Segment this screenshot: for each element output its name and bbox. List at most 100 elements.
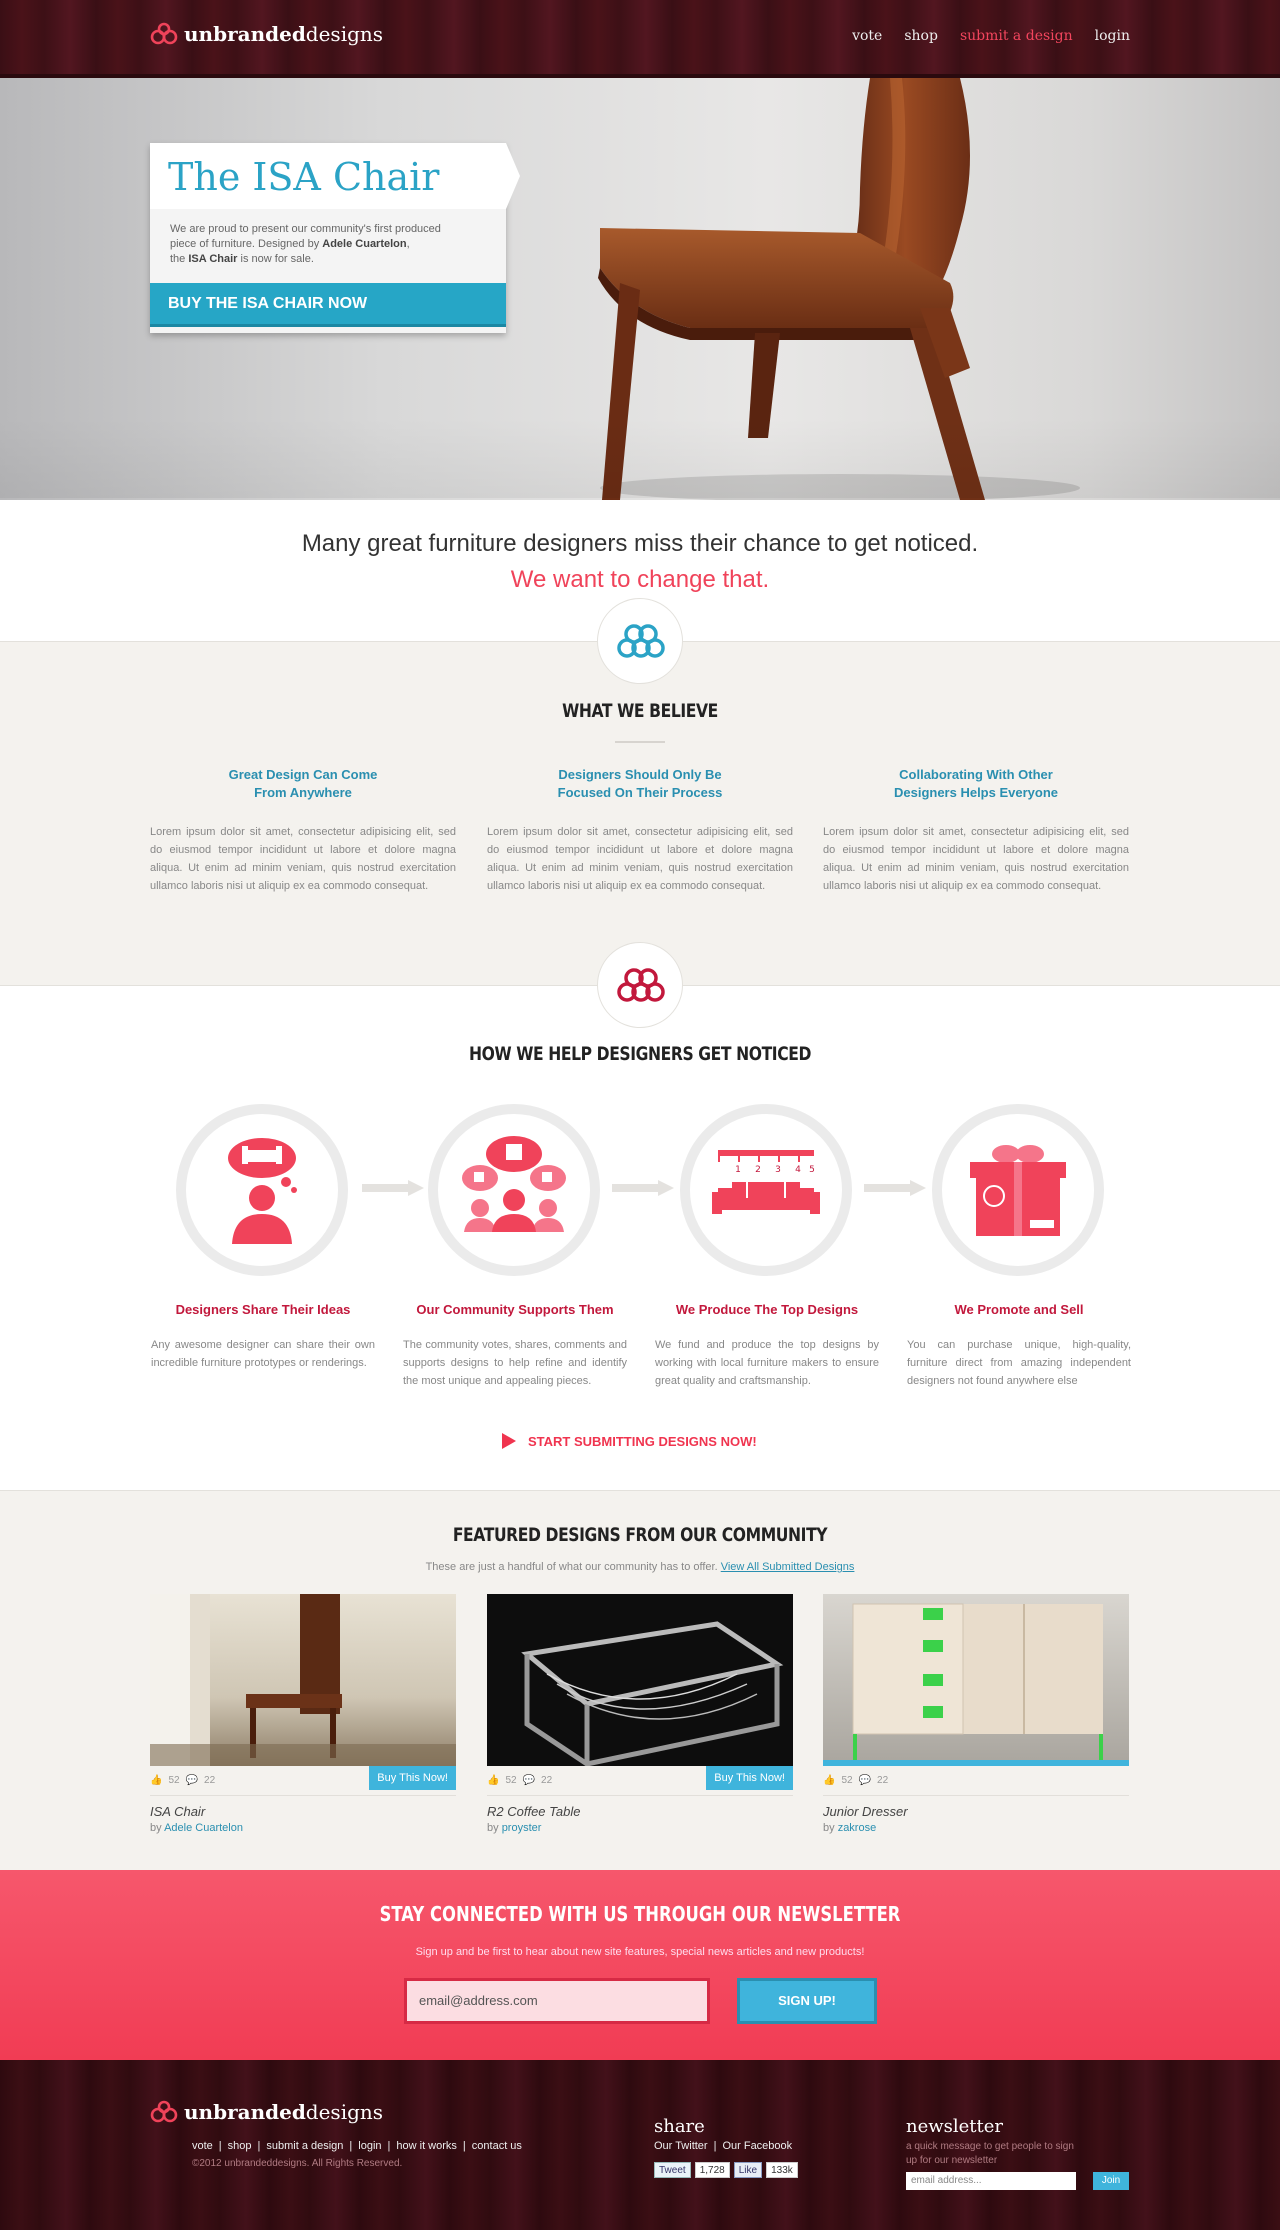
featured-item-2-buy-button[interactable]: Buy This Now! [706, 1766, 793, 1790]
isa-chair-thumb [150, 1594, 456, 1766]
footer-newsletter-title: newsletter [906, 2116, 1004, 2137]
hero-product-card: The ISA Chair We are proud to present ou… [150, 143, 520, 333]
believe-rule [615, 741, 665, 743]
featured-item-1-title[interactable]: ISA Chair [150, 1804, 205, 1819]
footer-link-submit[interactable]: submit a design [266, 2140, 343, 2152]
site-logo[interactable]: unbrandeddesigns [150, 22, 383, 46]
our-twitter-link[interactable]: Our Twitter [654, 2140, 708, 2152]
sign-up-button[interactable]: SIGN UP! [737, 1978, 877, 2024]
logo-text-rest: designs [305, 2100, 384, 2124]
step-2-heading: Our Community Supports Them [416, 1302, 614, 1317]
start-submitting-link[interactable]: START SUBMITTING DESIGNS NOW! [502, 1433, 757, 1449]
ruler-3: 3 [775, 1165, 781, 1175]
featured-subtitle: These are just a handful of what our com… [425, 1561, 855, 1573]
featured-item-3-title[interactable]: Junior Dresser [823, 1804, 908, 1819]
featured-item-2-image[interactable] [487, 1594, 793, 1766]
featured-item-1-author[interactable]: Adele Cuartelon [164, 1822, 243, 1834]
likes-count: 52 [505, 1775, 517, 1786]
step-1-heading: Designers Share Their Ideas [175, 1302, 351, 1317]
believe-col-3-body: Lorem ipsum dolor sit amet, consectetur … [823, 826, 1129, 892]
step-3-circle: 1 2 3 4 5 [680, 1104, 852, 1276]
thumbs-up-icon[interactable]: 👍 [823, 1775, 835, 1786]
step-arrow-2-icon [612, 1180, 674, 1196]
featured-item-2-author[interactable]: proyster [502, 1822, 542, 1834]
copyright: ©2012 unbrandeddesigns. All Rights Reser… [192, 2158, 403, 2169]
r2-coffee-table-thumb [521, 1621, 784, 1766]
footer-link-contact[interactable]: contact us [472, 2140, 522, 2152]
tweet-count: 1,728 [694, 2162, 730, 2178]
hero-title: The ISA Chair [168, 155, 440, 199]
step-arrow-1-icon [362, 1180, 424, 1196]
red-rings-icon [617, 968, 665, 1002]
featured-item-2-byline: by proyster [487, 1822, 542, 1834]
start-submitting-label: START SUBMITTING DESIGNS NOW! [528, 1433, 757, 1449]
intro-line-2: We want to change that. [510, 566, 770, 593]
featured-title: FEATURED DESIGNS FROM OUR COMMUNITY [452, 1524, 828, 1546]
intro-line-1: Many great furniture designers miss thei… [301, 530, 979, 557]
footer-nav: vote | shop | submit a design | login | how … [192, 2140, 522, 2152]
view-all-designs-link[interactable]: View All Submitted Designs [721, 1561, 855, 1573]
step-arrow-3-icon [864, 1180, 926, 1196]
likes-count: 52 [168, 1775, 180, 1786]
footer-share-title: share [654, 2116, 705, 2137]
believe-col-1-body: Lorem ipsum dolor sit amet, consectetur … [150, 826, 456, 892]
believe-col-2-body: Lorem ipsum dolor sit amet, consectetur … [487, 826, 793, 892]
logo-text-bold: unbranded [184, 22, 306, 46]
nav-vote[interactable]: vote [852, 28, 882, 44]
comment-icon[interactable]: 💬 [859, 1775, 871, 1786]
featured-item-1-image[interactable] [150, 1594, 456, 1766]
thumbs-up-icon[interactable]: 👍 [150, 1775, 162, 1786]
play-arrow-icon [502, 1433, 516, 1449]
junior-dresser-thumb [823, 1603, 1129, 1766]
footer-logo[interactable]: unbrandeddesigns [150, 2100, 383, 2124]
how-badge [597, 942, 683, 1028]
footer-join-button[interactable]: Join [1093, 2172, 1129, 2190]
community-support-icon [462, 1136, 566, 1232]
footer-link-vote[interactable]: vote [192, 2140, 213, 2152]
our-facebook-link[interactable]: Our Facebook [722, 2140, 792, 2152]
thumbs-up-icon[interactable]: 👍 [487, 1775, 499, 1786]
step-2-body: The community votes, shares, comments an… [403, 1339, 627, 1387]
step-4-body: You can purchase unique, high-quality, f… [907, 1339, 1131, 1387]
ruler-2: 2 [755, 1165, 761, 1175]
site-header: unbrandeddesigns vote shop submit a desi… [0, 0, 1280, 78]
featured-item-3-author[interactable]: zakrose [838, 1822, 877, 1834]
comment-icon[interactable]: 💬 [523, 1775, 535, 1786]
step-4-heading: We Promote and Sell [954, 1302, 1084, 1317]
nav-shop[interactable]: shop [904, 28, 938, 44]
footer-link-how-it-works[interactable]: how it works [396, 2140, 457, 2152]
comments-count: 22 [877, 1775, 889, 1786]
featured-item-3-image[interactable] [823, 1594, 1129, 1766]
featured-item-2-meta: 👍 52 💬 22 Buy This Now! [487, 1766, 793, 1796]
believe-col-2-heading: Designers Should Only Be Focused On Their… [557, 767, 723, 800]
footer-email-input[interactable]: email address... [906, 2172, 1076, 2190]
nav-login[interactable]: login [1095, 28, 1130, 44]
newsletter-title: STAY CONNECTED WITH US THROUGH OUR NEWSL… [379, 1902, 901, 1926]
believe-badge [597, 598, 683, 684]
footer-social-links: Our Twitter | Our Facebook [654, 2140, 793, 2152]
newsletter-email-input[interactable]: email@address.com [404, 1978, 710, 2024]
nav-submit-design[interactable]: submit a design [960, 28, 1073, 44]
tweet-button[interactable]: Tweet [654, 2162, 691, 2178]
facebook-like-button[interactable]: Like [733, 2162, 763, 2178]
believe-col-1-heading: Great Design Can Come From Anywhere [228, 767, 378, 800]
footer-link-shop[interactable]: shop [228, 2140, 252, 2152]
featured-item-1-meta: 👍 52 💬 22 Buy This Now! [150, 1766, 456, 1796]
logo-text-bold: unbranded [184, 2100, 306, 2124]
believe-title: WHAT WE BELIEVE [562, 700, 718, 722]
ruler-4: 4 [795, 1165, 801, 1175]
buy-isa-chair-button[interactable]: BUY THE ISA CHAIR NOW [150, 283, 506, 327]
blue-rings-icon [617, 624, 665, 658]
site-footer: unbrandeddesigns vote | shop | submit a de… [0, 2060, 1280, 2230]
footer-newsletter-sub: a quick message to get people to sign up… [906, 2141, 1074, 2166]
gift-box-icon [970, 1145, 1066, 1236]
comment-icon[interactable]: 💬 [186, 1775, 198, 1786]
featured-item-1-buy-button[interactable]: Buy This Now! [369, 1766, 456, 1790]
footer-link-login[interactable]: login [358, 2140, 381, 2152]
step-1-body: Any awesome designer can share their own… [151, 1339, 375, 1369]
like-count: 133k [766, 2162, 798, 2178]
featured-item-2-title[interactable]: R2 Coffee Table [487, 1804, 580, 1819]
hero-designer: Adele Cuartelon [322, 238, 407, 250]
featured-item-3-meta: 👍 52 💬 22 [823, 1766, 1129, 1796]
newsletter-subtitle: Sign up and be first to hear about new s… [415, 1946, 865, 1958]
